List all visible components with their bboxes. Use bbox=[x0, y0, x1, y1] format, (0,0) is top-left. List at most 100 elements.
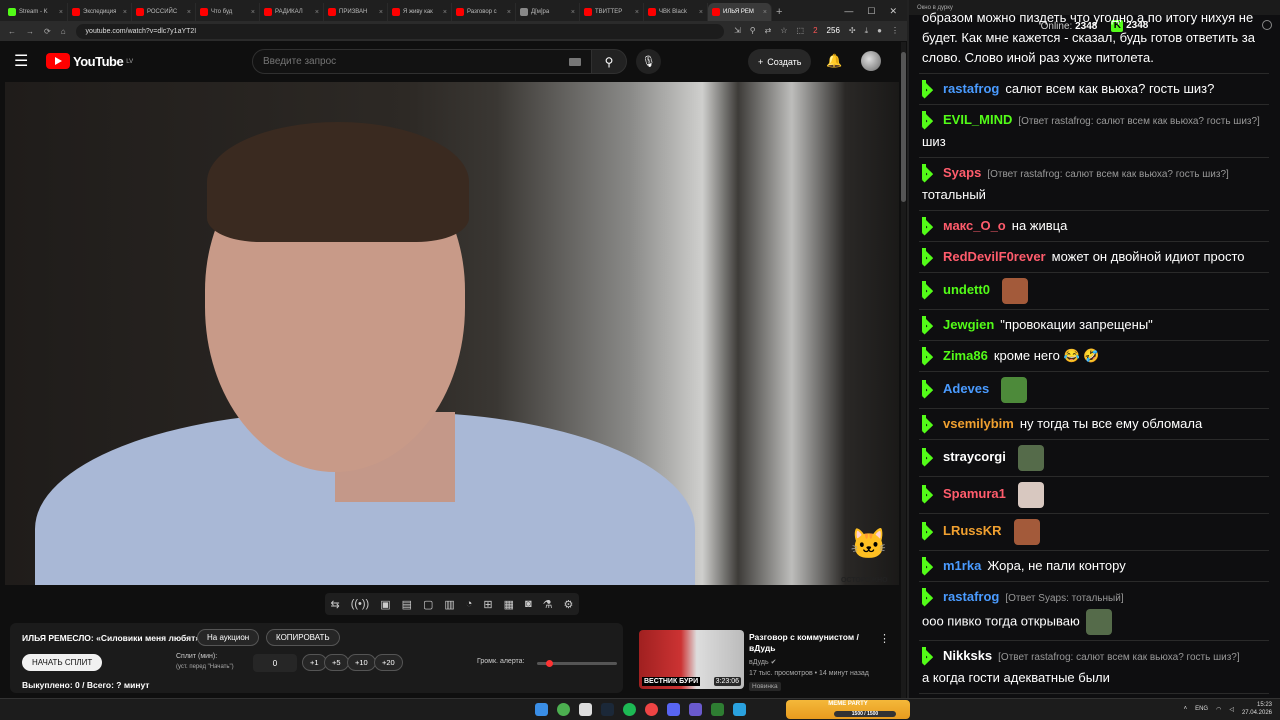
clip-icon[interactable]: ▥ bbox=[444, 598, 454, 611]
flask-icon[interactable]: ⚗ bbox=[543, 598, 553, 611]
youtube-logo[interactable]: YouTube LV bbox=[46, 53, 133, 69]
install-icon[interactable]: ⇲ bbox=[734, 26, 741, 36]
tab-close-icon[interactable]: × bbox=[251, 9, 255, 16]
browser-tab[interactable]: Разговор с × bbox=[452, 3, 516, 21]
browser-tab[interactable]: ИЛЬЯ РЕМ × bbox=[708, 3, 772, 21]
chat-username[interactable]: undett0 bbox=[943, 282, 990, 297]
tab-close-icon[interactable]: × bbox=[123, 9, 127, 16]
record-icon[interactable] bbox=[645, 703, 658, 716]
chat-username[interactable]: Adeves bbox=[943, 381, 989, 396]
download-icon[interactable]: ⤓ bbox=[865, 26, 869, 36]
chat-username[interactable]: Zima86 bbox=[943, 348, 988, 363]
step-button[interactable]: +20 bbox=[374, 654, 403, 671]
split-input[interactable]: 0 bbox=[253, 654, 297, 672]
minimize-icon[interactable]: — bbox=[844, 6, 853, 17]
wifi-icon[interactable]: ◠ bbox=[1216, 706, 1221, 713]
tab-close-icon[interactable]: × bbox=[635, 9, 639, 16]
broadcast-icon[interactable]: ((•)) bbox=[351, 598, 370, 610]
tab-close-icon[interactable]: × bbox=[763, 9, 767, 16]
search-input[interactable] bbox=[263, 56, 569, 67]
maximize-icon[interactable]: ☐ bbox=[867, 6, 875, 17]
home-icon[interactable]: ⌂ bbox=[61, 27, 66, 36]
recommended-video[interactable]: ВЕСТНИК БУРИ 3:23:06 Разговор с коммунис… bbox=[639, 630, 901, 694]
forward-icon[interactable]: → bbox=[26, 27, 34, 36]
zoom-icon[interactable]: ⚲ bbox=[750, 26, 756, 36]
start-icon[interactable] bbox=[535, 703, 548, 716]
chevron-up-icon[interactable]: ˄ bbox=[1184, 706, 1188, 712]
browser-tab[interactable]: ПРИЗВАН × bbox=[324, 3, 388, 21]
browser-tab[interactable]: РАДИКАЛ × bbox=[260, 3, 324, 21]
extension-badge[interactable]: 256 bbox=[827, 26, 840, 36]
chat-username[interactable]: rastafrog bbox=[943, 589, 999, 604]
tab-close-icon[interactable]: × bbox=[315, 9, 319, 16]
close-icon[interactable]: ✕ bbox=[889, 6, 897, 17]
browser-tab[interactable]: Что буд × bbox=[196, 3, 260, 21]
window-icon[interactable]: ▦ bbox=[504, 598, 514, 611]
menu-icon[interactable]: ⋮ bbox=[891, 26, 899, 36]
browser-tab[interactable]: Я живу как × bbox=[388, 3, 452, 21]
telegram-icon[interactable] bbox=[733, 703, 746, 716]
extension-icon[interactable]: ⬚ bbox=[797, 26, 805, 36]
translate-icon[interactable]: ⇄ bbox=[765, 26, 772, 36]
bell-icon[interactable]: 🔔 bbox=[826, 53, 842, 69]
extension-badge[interactable]: 2 bbox=[813, 26, 817, 36]
browser-tab[interactable]: Д[м]ра × bbox=[516, 3, 580, 21]
video-player[interactable]: 🐱 ОСТОРОЖНО bbox=[5, 82, 899, 585]
chat-username[interactable]: EVIL_MIND bbox=[943, 112, 1012, 127]
media-icon[interactable] bbox=[689, 703, 702, 716]
chat-username[interactable]: Syaps bbox=[943, 165, 981, 180]
chat-username[interactable]: Spamura1 bbox=[943, 486, 1006, 501]
bookmark-icon[interactable]: ☆ bbox=[780, 26, 787, 36]
step-button[interactable]: +1 bbox=[302, 654, 327, 671]
app-icon[interactable] bbox=[711, 703, 724, 716]
video-thumbnail[interactable]: ВЕСТНИК БУРИ 3:23:06 bbox=[639, 630, 744, 689]
tab-close-icon[interactable]: × bbox=[507, 9, 511, 16]
volume-slider[interactable] bbox=[537, 660, 617, 667]
recommended-title[interactable]: Разговор с коммунистом / вДудь bbox=[749, 632, 869, 654]
tab-close-icon[interactable]: × bbox=[571, 9, 575, 16]
chat-username[interactable]: vsemilybim bbox=[943, 416, 1014, 431]
tab-close-icon[interactable]: × bbox=[443, 9, 447, 16]
new-tab-button[interactable]: + bbox=[776, 6, 782, 18]
start-split-button[interactable]: НАЧАТЬ СПЛИТ bbox=[22, 654, 103, 671]
spotify-icon[interactable] bbox=[623, 703, 636, 716]
chat-username[interactable]: Jewgien bbox=[943, 317, 994, 332]
lang-indicator[interactable]: ENG bbox=[1195, 706, 1208, 712]
avatar[interactable] bbox=[861, 51, 881, 71]
chat-username[interactable]: LRussKR bbox=[943, 523, 1002, 538]
reload-icon[interactable]: ⟳ bbox=[44, 27, 51, 36]
screenshot-icon[interactable]: ◙ bbox=[525, 598, 532, 610]
browser-tab[interactable]: ЧВК Black × bbox=[644, 3, 708, 21]
create-button[interactable]: + Создать bbox=[748, 49, 812, 74]
auction-button[interactable]: На аукцион bbox=[197, 629, 260, 646]
meme-party-widget[interactable]: MEME PARTY 1500 / 1500 bbox=[786, 700, 910, 719]
tab-close-icon[interactable]: × bbox=[59, 9, 63, 16]
tab-close-icon[interactable]: × bbox=[379, 9, 383, 16]
back-icon[interactable]: ← bbox=[8, 27, 16, 36]
menu-icon[interactable]: ☰ bbox=[14, 51, 36, 71]
profile-icon[interactable]: ● bbox=[877, 26, 882, 36]
tab-close-icon[interactable]: × bbox=[699, 9, 703, 16]
folder-icon[interactable] bbox=[579, 703, 592, 716]
step-button[interactable]: +10 bbox=[347, 654, 376, 671]
chat-username[interactable]: straycorgi bbox=[943, 449, 1006, 464]
chrome-icon[interactable] bbox=[557, 703, 570, 716]
steam-icon[interactable] bbox=[601, 703, 614, 716]
step-button[interactable]: +5 bbox=[324, 654, 349, 671]
keyboard-icon[interactable] bbox=[569, 57, 581, 66]
more-icon[interactable]: ⋮ bbox=[879, 632, 890, 645]
volume-icon[interactable]: ◁ bbox=[1229, 706, 1234, 713]
loop-icon[interactable]: ⇆ bbox=[330, 598, 339, 611]
add-frame-icon[interactable]: ⊞ bbox=[483, 598, 492, 611]
speed-icon[interactable]: ◔ bbox=[466, 598, 473, 610]
scrollbar-thumb[interactable] bbox=[901, 52, 906, 202]
gear-icon[interactable]: ⚙ bbox=[563, 598, 573, 611]
clock[interactable]: 15:23 27.04.2026 bbox=[1242, 701, 1272, 717]
puzzle-icon[interactable]: ✣ bbox=[849, 26, 856, 36]
chat-username[interactable]: m1rka bbox=[943, 558, 981, 573]
volume-knob[interactable] bbox=[546, 660, 553, 667]
browser-tab[interactable]: РОССИЙС × bbox=[132, 3, 196, 21]
chat-username[interactable]: макс_O_o bbox=[943, 218, 1006, 233]
browser-tab[interactable]: Stream - K × bbox=[4, 3, 68, 21]
frame-icon[interactable]: ▢ bbox=[423, 598, 433, 611]
